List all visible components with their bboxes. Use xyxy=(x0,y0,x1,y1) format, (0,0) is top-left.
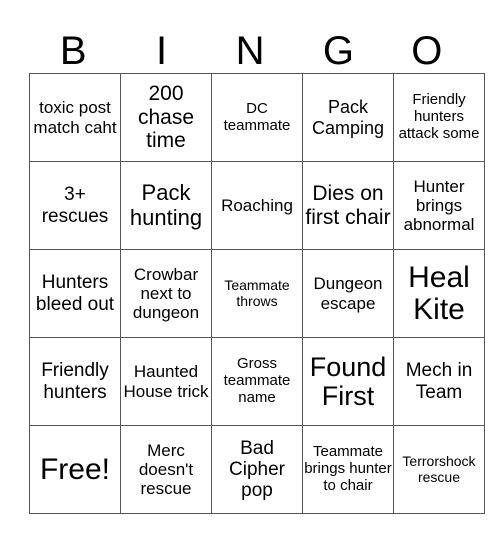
bingo-cell[interactable]: Terrorshock rescue xyxy=(393,425,485,514)
bingo-cell[interactable]: DC teammate xyxy=(211,73,303,162)
bingo-row: Hunters bleed out Crowbar next to dungeo… xyxy=(29,249,485,338)
bingo-cell[interactable]: Merc doesn't rescue xyxy=(120,425,212,514)
bingo-cell[interactable]: Mech in Team xyxy=(393,337,485,426)
bingo-cell[interactable]: Heal Kite xyxy=(393,249,485,338)
bingo-row: toxic post match caht 200 chase time DC … xyxy=(29,73,485,162)
bingo-cell[interactable]: Pack Camping xyxy=(302,73,394,162)
bingo-cell[interactable]: Roaching xyxy=(211,161,303,250)
bingo-cell[interactable]: Teammate throws xyxy=(211,249,303,338)
bingo-cell[interactable]: Bad Cipher pop xyxy=(211,425,303,514)
bingo-cell[interactable]: Friendly hunters xyxy=(29,337,121,426)
bingo-row: Friendly hunters Haunted House trick Gro… xyxy=(29,337,485,426)
title-letter-n: N xyxy=(235,29,265,73)
title-letter-g: G xyxy=(322,29,354,73)
title-letter-b: B xyxy=(59,29,87,73)
title-letter-o: O xyxy=(411,29,443,73)
title-letter-i: I xyxy=(156,29,168,73)
bingo-cell[interactable]: Pack hunting xyxy=(120,161,212,250)
bingo-row: 3+ rescues Pack hunting Roaching Dies on… xyxy=(29,161,485,250)
bingo-cell[interactable]: Haunted House trick xyxy=(120,337,212,426)
bingo-row: Free! Merc doesn't rescue Bad Cipher pop… xyxy=(29,425,485,514)
bingo-cell[interactable]: Found First xyxy=(302,337,394,426)
bingo-cell[interactable]: 3+ rescues xyxy=(29,161,121,250)
free-space-cell[interactable]: Free! xyxy=(29,425,121,514)
bingo-card: toxic post match caht 200 chase time DC … xyxy=(29,73,485,514)
bingo-cell[interactable]: Teammate brings hunter to chair xyxy=(302,425,394,514)
bingo-title: B I N G O xyxy=(29,30,471,72)
bingo-cell[interactable]: Gross teammate name xyxy=(211,337,303,426)
bingo-cell[interactable]: Hunters bleed out xyxy=(29,249,121,338)
bingo-cell[interactable]: Hunter brings abnormal xyxy=(393,161,485,250)
bingo-cell[interactable]: Crowbar next to dungeon xyxy=(120,249,212,338)
bingo-cell[interactable]: 200 chase time xyxy=(120,73,212,162)
bingo-cell[interactable]: Dies on first chair xyxy=(302,161,394,250)
bingo-cell[interactable]: Dungeon escape xyxy=(302,249,394,338)
bingo-cell[interactable]: toxic post match caht xyxy=(29,73,121,162)
bingo-cell[interactable]: Friendly hunters attack some xyxy=(393,73,485,162)
